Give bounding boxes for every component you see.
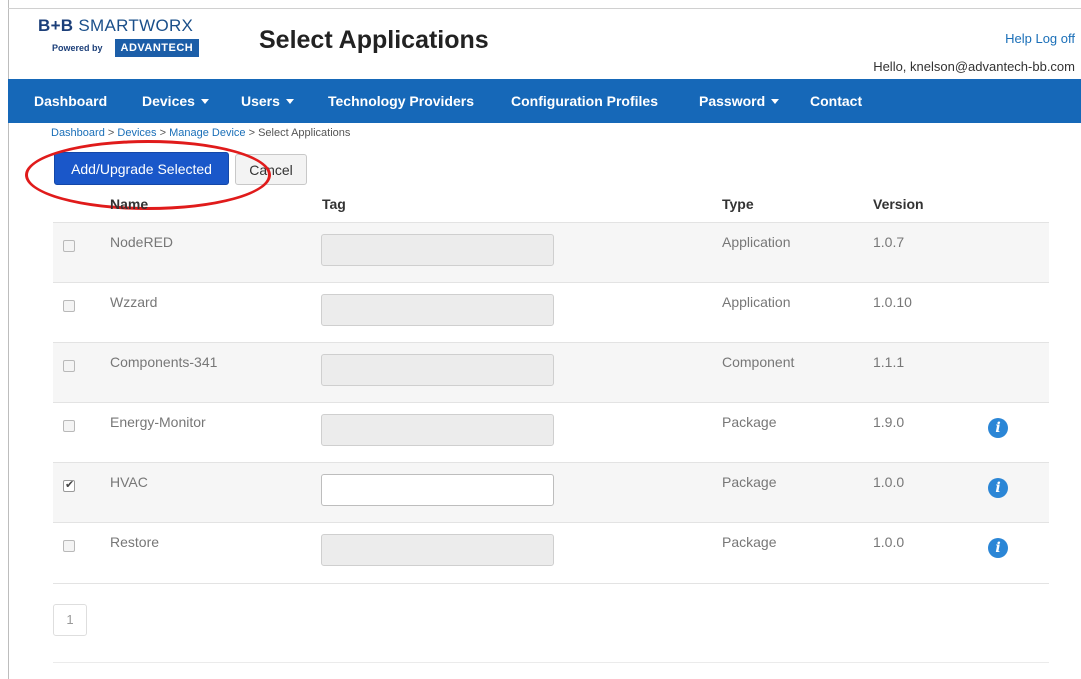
page-title: Select Applications xyxy=(259,26,489,54)
breadcrumb-dashboard[interactable]: Dashboard xyxy=(51,127,105,139)
row-tag-input[interactable] xyxy=(321,234,554,266)
breadcrumb-manage-device[interactable]: Manage Device xyxy=(169,127,245,139)
row-tag-input[interactable] xyxy=(321,534,554,566)
logo-partner-name: ADVANTECH xyxy=(114,39,200,57)
row-name: HVAC xyxy=(110,474,148,490)
row-select-checkbox[interactable] xyxy=(63,360,75,372)
breadcrumb-current: Select Applications xyxy=(258,127,351,139)
table-bottom-divider xyxy=(53,583,1049,584)
nav-dashboard-label: Dashboard xyxy=(34,93,108,109)
row-tag-input[interactable] xyxy=(321,414,554,446)
row-select-checkbox[interactable] xyxy=(63,420,75,432)
info-icon[interactable]: i xyxy=(988,418,1008,438)
nav-users[interactable]: Users xyxy=(241,93,294,109)
chevron-down-icon xyxy=(771,98,780,104)
page-frame-top xyxy=(8,8,1081,9)
nav-devices[interactable]: Devices xyxy=(142,93,209,109)
add-upgrade-selected-button[interactable]: Add/Upgrade Selected xyxy=(54,152,229,185)
row-select-checkbox[interactable] xyxy=(63,478,75,492)
row-name: Components-341 xyxy=(110,354,218,370)
breadcrumb: Dashboard > Devices > Manage Device > Se… xyxy=(51,127,350,139)
chevron-down-icon xyxy=(200,98,209,104)
row-version: 1.1.1 xyxy=(873,354,905,370)
row-type: Package xyxy=(722,474,777,490)
info-icon[interactable]: i xyxy=(988,538,1008,558)
help-link[interactable]: Help xyxy=(1005,31,1032,46)
cancel-button[interactable]: Cancel xyxy=(235,154,307,185)
logo-brand: B+B SMARTWORX xyxy=(38,16,230,36)
main-navbar: Dashboard Devices Users Technology Provi… xyxy=(8,79,1081,123)
brand-logo: B+B SMARTWORX Powered by ADVANTECH xyxy=(38,16,230,74)
nav-technology-providers[interactable]: Technology Providers xyxy=(328,93,474,109)
column-header-name: Name xyxy=(110,196,149,212)
row-name: Wzzard xyxy=(110,294,158,310)
row-version: 1.0.10 xyxy=(873,294,912,310)
nav-users-label: Users xyxy=(241,93,280,109)
breadcrumb-separator: > xyxy=(159,127,167,139)
nav-dashboard[interactable]: Dashboard xyxy=(34,93,107,109)
logo-brand-name: SMARTWORX xyxy=(78,16,194,35)
table-row: Wzzard Application 1.0.10 xyxy=(53,282,1049,342)
row-version: 1.9.0 xyxy=(873,414,905,430)
chevron-down-icon xyxy=(285,98,294,104)
row-type: Application xyxy=(722,234,791,250)
top-links: Help Log off xyxy=(1005,31,1075,46)
row-type: Application xyxy=(722,294,791,310)
column-header-version: Version xyxy=(873,196,924,212)
breadcrumb-devices[interactable]: Devices xyxy=(117,127,156,139)
nav-configuration-profiles[interactable]: Configuration Profiles xyxy=(511,93,658,109)
table-row: Restore Package 1.0.0 i xyxy=(53,522,1049,582)
row-tag-input[interactable] xyxy=(321,354,554,386)
logo-powered-by: Powered by xyxy=(52,43,103,53)
column-header-tag: Tag xyxy=(322,196,346,212)
info-icon[interactable]: i xyxy=(988,478,1008,498)
table-row: HVAC Package 1.0.0 i xyxy=(53,462,1049,522)
row-select-checkbox[interactable] xyxy=(63,300,75,312)
logoff-link[interactable]: Log off xyxy=(1035,31,1075,46)
user-greeting: Hello, knelson@advantech-bb.com xyxy=(873,59,1075,74)
table-row: Components-341 Component 1.1.1 xyxy=(53,342,1049,402)
logo-partner: Powered by ADVANTECH xyxy=(52,39,230,57)
row-tag-input[interactable] xyxy=(321,294,554,326)
row-version: 1.0.0 xyxy=(873,534,905,550)
row-select-checkbox[interactable] xyxy=(63,540,75,552)
row-type: Package xyxy=(722,414,777,430)
row-version: 1.0.7 xyxy=(873,234,905,250)
breadcrumb-separator: > xyxy=(248,127,256,139)
footer-divider xyxy=(53,662,1049,663)
row-select-checkbox[interactable] xyxy=(63,240,75,252)
column-header-type: Type xyxy=(722,196,754,212)
row-name: Energy-Monitor xyxy=(110,414,206,430)
row-tag-input[interactable] xyxy=(321,474,554,506)
table-row: Energy-Monitor Package 1.9.0 i xyxy=(53,402,1049,462)
row-type: Package xyxy=(722,534,777,550)
nav-contact-label: Contact xyxy=(810,93,863,109)
nav-password[interactable]: Password xyxy=(699,93,780,109)
nav-password-label: Password xyxy=(699,93,766,109)
row-type: Component xyxy=(722,354,795,370)
logo-brand-prefix: B+B xyxy=(38,16,74,35)
nav-devices-label: Devices xyxy=(142,93,195,109)
nav-configuration-profiles-label: Configuration Profiles xyxy=(511,93,658,109)
row-version: 1.0.0 xyxy=(873,474,905,490)
breadcrumb-separator: > xyxy=(107,127,115,139)
nav-technology-providers-label: Technology Providers xyxy=(328,93,474,109)
row-name: NodeRED xyxy=(110,234,174,250)
table-row: NodeRED Application 1.0.7 xyxy=(53,222,1049,282)
row-name: Restore xyxy=(110,534,160,550)
nav-contact[interactable]: Contact xyxy=(810,93,862,109)
pagination-page-button[interactable]: 1 xyxy=(53,604,87,636)
